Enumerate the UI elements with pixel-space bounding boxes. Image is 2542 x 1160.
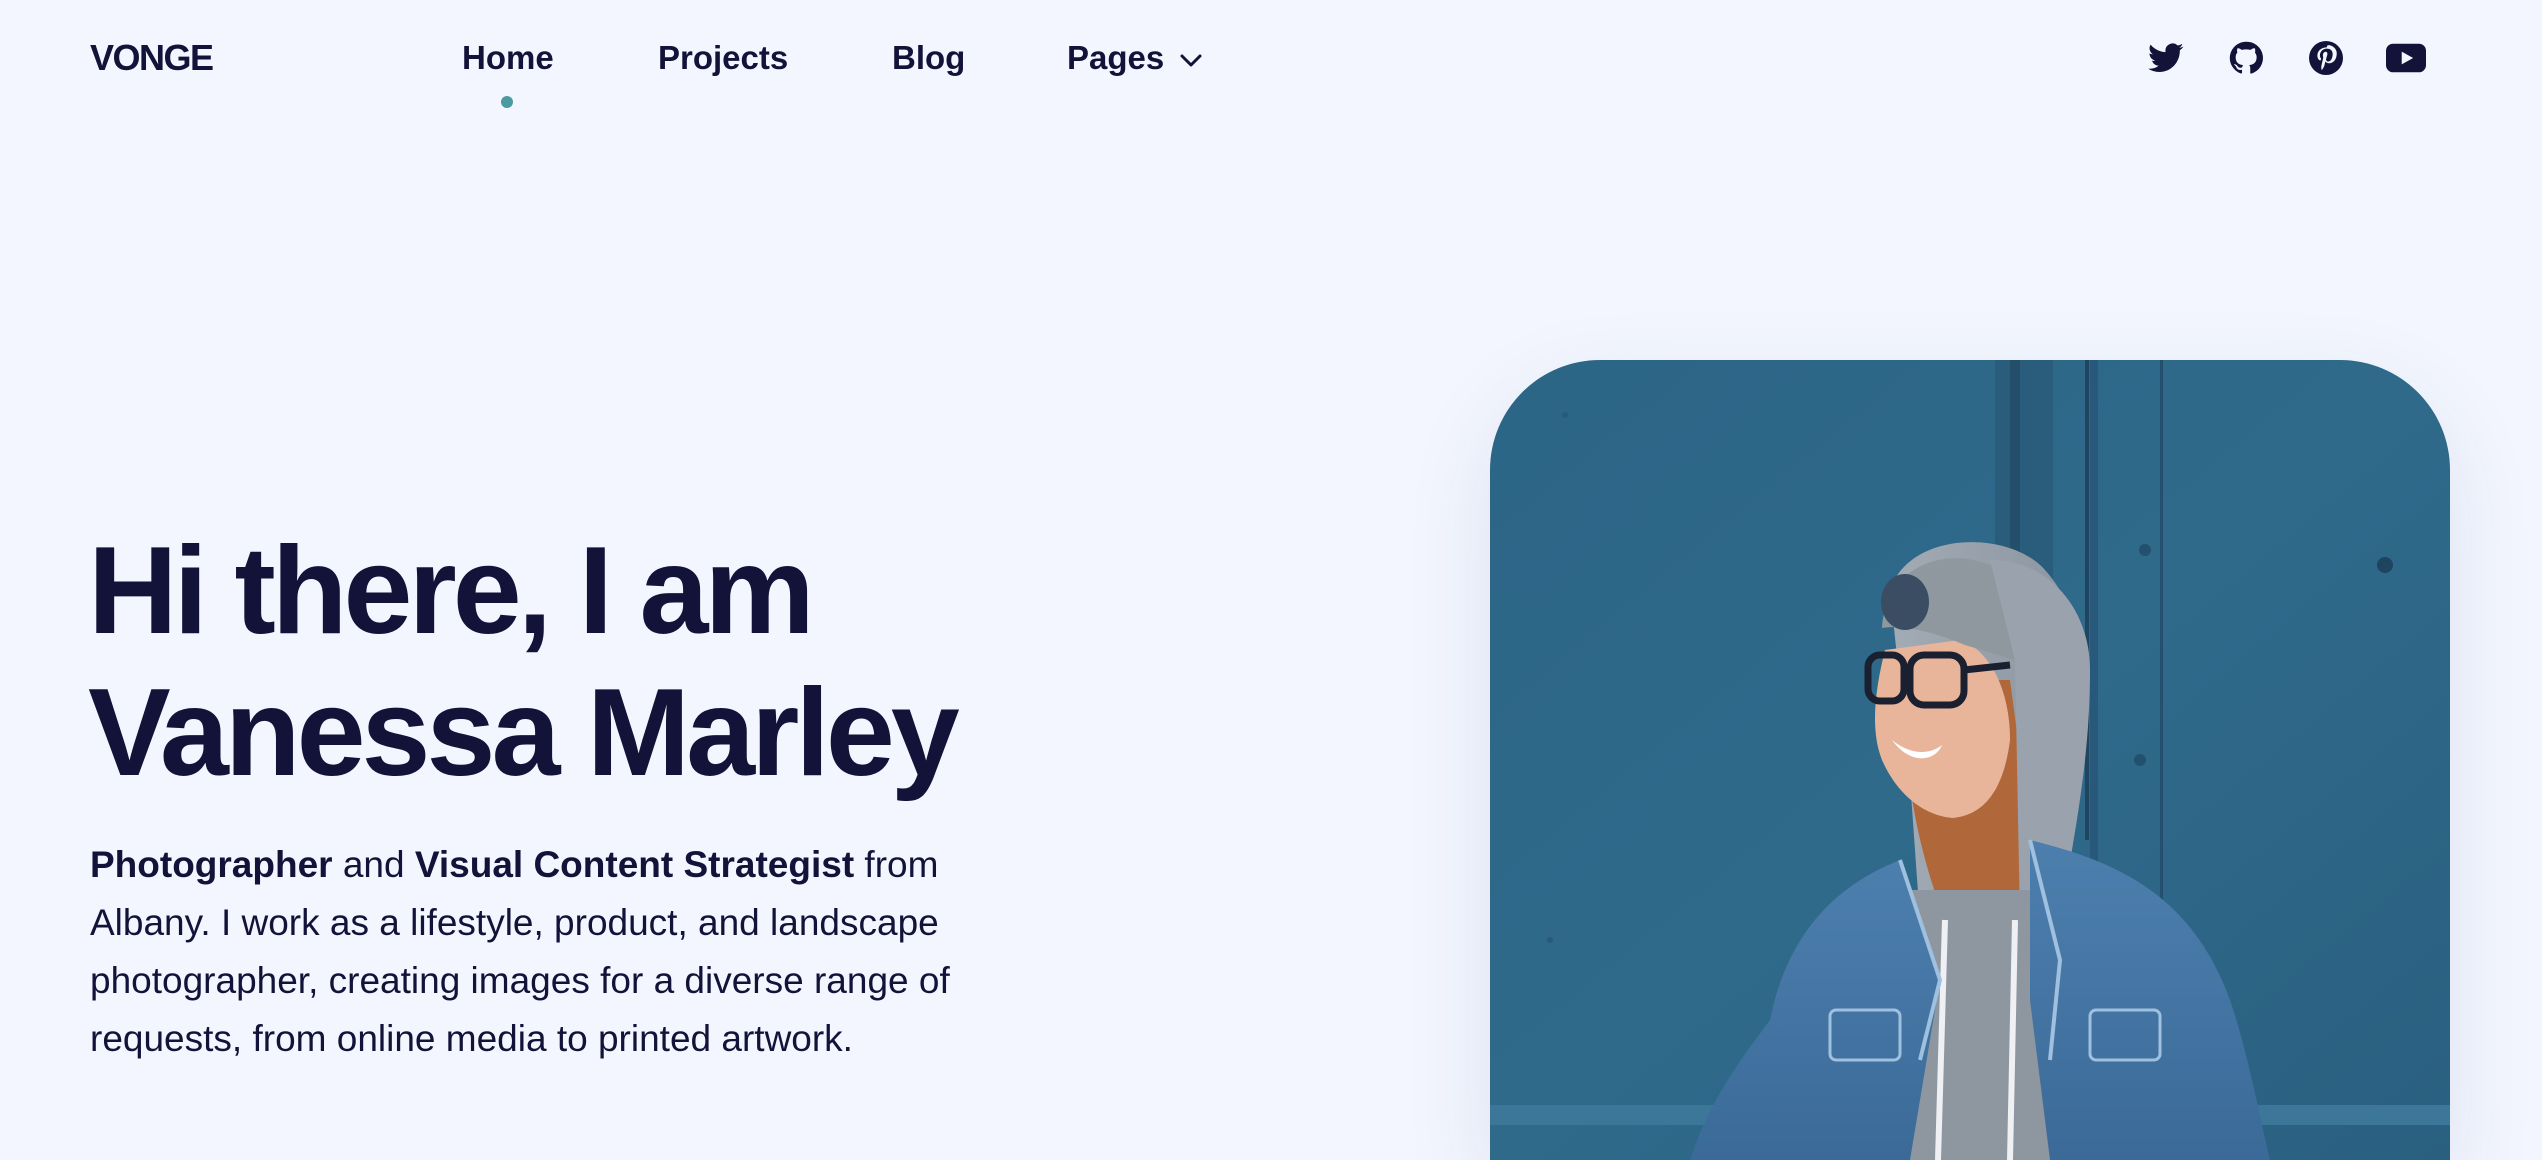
hero-title-line-2: Vanessa Marley [88,664,960,802]
twitter-icon[interactable] [2146,38,2186,78]
portrait-illustration [1490,360,2450,1160]
hero-title: Hi there, I am Vanessa Marley [88,520,960,804]
desc-and: and [332,844,415,885]
site-logo[interactable]: VONGE [90,36,214,80]
hero-title-line-1: Hi there, I am [88,522,815,660]
role-photographer: Photographer [90,844,333,885]
nav-item-blog[interactable]: Blog [892,36,965,80]
nav-item-projects[interactable]: Projects [658,36,788,80]
nav-item-label: Projects [658,39,789,76]
role-strategist: Visual Content Strategist [414,844,855,885]
nav-item-pages[interactable]: Pages [1067,36,1203,80]
nav-item-label: Pages [1067,39,1165,76]
nav-item-label: Home [462,39,554,76]
nav-item-home[interactable]: Home [462,36,554,80]
chevron-down-icon [1179,36,1203,80]
nav-active-indicator [501,96,513,108]
site-header: VONGE Home Projects Blog Pages [0,0,2542,120]
hero-portrait-photo [1490,360,2450,1160]
nav-item-label: Blog [892,39,966,76]
hero-description: Photographer and Visual Content Strategi… [90,836,1030,1068]
pinterest-icon[interactable] [2306,38,2346,78]
youtube-icon[interactable] [2386,38,2426,78]
github-icon[interactable] [2226,38,2266,78]
